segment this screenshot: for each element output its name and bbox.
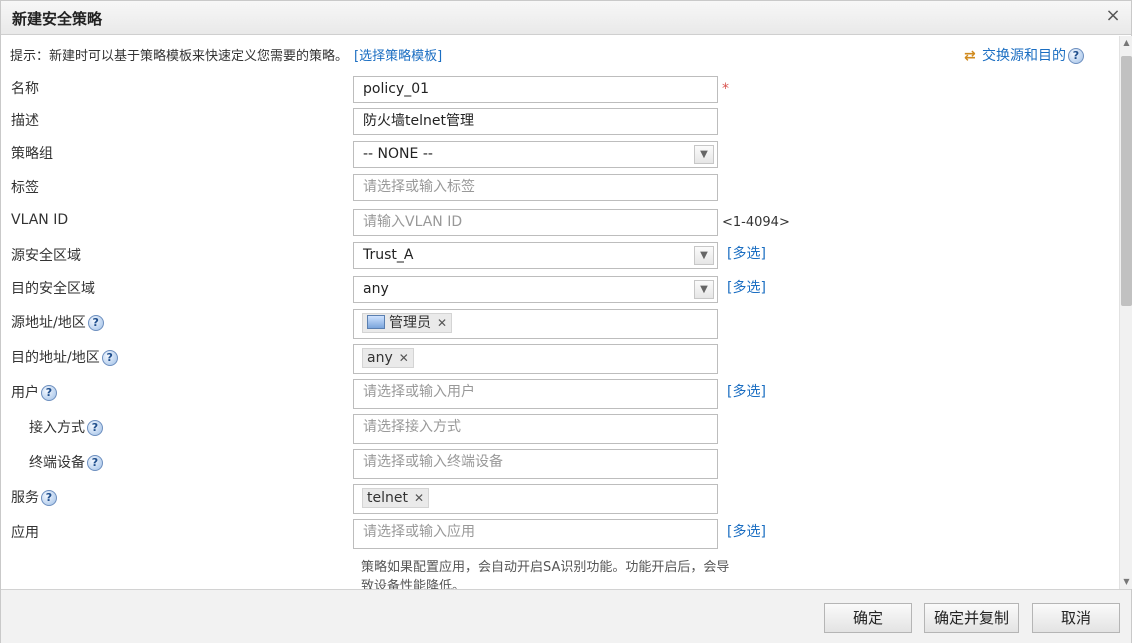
user-input[interactable]: 请选择或输入用户: [353, 379, 718, 409]
vlan-input[interactable]: 请输入VLAN ID: [353, 209, 718, 236]
remove-tag-icon[interactable]: ✕: [399, 351, 409, 365]
src-addr-label-text: 源地址/地区: [11, 315, 86, 331]
dst-addr-tag-label: any: [367, 350, 393, 366]
app-label: 应用: [11, 525, 39, 541]
help-icon[interactable]: ?: [41, 385, 57, 401]
user-label-text: 用户: [11, 385, 39, 401]
access-label-text: 接入方式: [29, 420, 85, 436]
chevron-down-icon[interactable]: ▼: [694, 246, 714, 265]
help-icon[interactable]: ?: [101, 350, 118, 366]
help-icon[interactable]: ?: [87, 315, 104, 331]
service-input[interactable]: telnet ✕: [353, 484, 718, 514]
app-multi-link[interactable]: [多选]: [727, 521, 766, 541]
src-zone-value: Trust_A: [363, 247, 414, 263]
terminal-label-text: 终端设备: [29, 455, 85, 471]
src-zone-select[interactable]: Trust_A ▼: [353, 242, 718, 269]
desc-label: 描述: [11, 113, 39, 129]
access-label: 接入方式?: [29, 417, 103, 437]
required-mark: *: [722, 81, 729, 97]
help-icon[interactable]: ?: [41, 490, 57, 506]
dialog-titlebar: 新建安全策略 ×: [1, 1, 1131, 35]
service-tag-label: telnet: [367, 490, 408, 506]
group-label: 策略组: [11, 146, 53, 162]
src-addr-input[interactable]: 管理员 ✕: [353, 309, 718, 339]
user-label: 用户?: [11, 382, 57, 402]
vlan-range-hint: <1-4094>: [722, 215, 790, 230]
help-icon[interactable]: ?: [87, 420, 103, 436]
terminal-input[interactable]: 请选择或输入终端设备: [353, 449, 718, 479]
scrollbar-thumb[interactable]: [1121, 56, 1132, 306]
group-select-value: -- NONE --: [363, 146, 433, 162]
dst-zone-multi-link[interactable]: [多选]: [727, 277, 766, 297]
name-label: 名称: [11, 81, 39, 97]
app-input[interactable]: 请选择或输入应用: [353, 519, 718, 549]
template-hint: 提示：新建时可以基于策略模板来快速定义您需要的策略。 [选择策略模板]: [10, 45, 442, 64]
src-addr-tag: 管理员 ✕: [362, 313, 453, 333]
remove-tag-icon[interactable]: ✕: [437, 316, 447, 330]
scroll-up-icon[interactable]: ▲: [1120, 36, 1132, 50]
service-label-text: 服务: [11, 490, 39, 506]
service-label: 服务?: [11, 487, 57, 507]
dst-zone-label: 目的安全区域: [11, 281, 95, 297]
dst-addr-label: 目的地址/地区?: [11, 347, 118, 367]
src-zone-label: 源安全区域: [11, 248, 81, 264]
dialog-footer: 确定 确定并复制 取消: [1, 589, 1131, 643]
new-security-policy-dialog: 新建安全策略 × 提示：新建时可以基于策略模板来快速定义您需要的策略。 [选择策略…: [0, 0, 1132, 643]
close-icon[interactable]: ×: [1103, 6, 1123, 26]
src-addr-label: 源地址/地区?: [11, 312, 104, 332]
src-addr-tag-label: 管理员: [389, 315, 431, 331]
dst-zone-select[interactable]: any ▼: [353, 276, 718, 303]
app-note: 策略如果配置应用，会自动开启SA识别功能。功能开启后，会导致设备性能降低。: [361, 560, 730, 589]
swap-src-dst-link[interactable]: ⇄ 交换源和目的?: [964, 45, 1084, 65]
help-icon[interactable]: ?: [87, 455, 103, 471]
dst-addr-label-text: 目的地址/地区: [11, 350, 100, 366]
tags-input[interactable]: 请选择或输入标签: [353, 174, 718, 201]
src-zone-multi-link[interactable]: [多选]: [727, 243, 766, 263]
group-select[interactable]: -- NONE -- ▼: [353, 141, 718, 168]
monitor-icon: [367, 315, 385, 329]
terminal-label: 终端设备?: [29, 452, 103, 472]
desc-input[interactable]: 防火墙telnet管理: [353, 108, 718, 135]
ok-button[interactable]: 确定: [824, 603, 912, 633]
help-icon[interactable]: ?: [1068, 48, 1084, 64]
cancel-button[interactable]: 取消: [1032, 603, 1120, 633]
service-tag: telnet ✕: [362, 488, 430, 508]
dst-addr-input[interactable]: any ✕: [353, 344, 718, 374]
dialog-body: 提示：新建时可以基于策略模板来快速定义您需要的策略。 [选择策略模板] ⇄ 交换源和…: [1, 36, 1119, 589]
remove-tag-icon[interactable]: ✕: [414, 491, 424, 505]
name-input[interactable]: policy_01: [353, 76, 718, 103]
hint-text: 提示：新建时可以基于策略模板来快速定义您需要的策略。: [10, 49, 349, 64]
access-input[interactable]: 请选择接入方式: [353, 414, 718, 444]
ok-and-copy-button[interactable]: 确定并复制: [924, 603, 1019, 633]
dialog-title: 新建安全策略: [12, 10, 103, 28]
dst-zone-value: any: [363, 281, 389, 297]
swap-icon: ⇄: [964, 48, 976, 64]
vlan-label: VLAN ID: [11, 212, 69, 228]
chevron-down-icon[interactable]: ▼: [694, 145, 714, 164]
swap-label: 交换源和目的: [982, 48, 1066, 64]
dst-addr-tag: any ✕: [362, 348, 414, 368]
vertical-scrollbar[interactable]: ▲ ▼: [1119, 36, 1132, 589]
scroll-down-icon[interactable]: ▼: [1120, 575, 1132, 589]
select-template-link[interactable]: [选择策略模板]: [354, 49, 442, 64]
chevron-down-icon[interactable]: ▼: [694, 280, 714, 299]
user-multi-link[interactable]: [多选]: [727, 381, 766, 401]
tags-label: 标签: [11, 180, 39, 196]
